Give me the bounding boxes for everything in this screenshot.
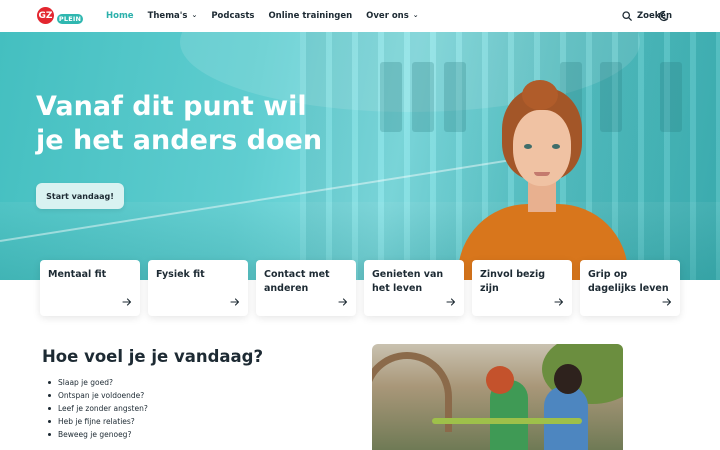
arrow-right-icon [662, 298, 672, 306]
chevron-down-icon: ⌄ [412, 11, 419, 19]
list-item: Heb je fijne relaties? [48, 415, 148, 428]
train-window [412, 62, 434, 132]
theme-card-mentaal-fit[interactable]: Mentaal fit [40, 260, 140, 316]
card-label-line: Grip op [588, 269, 628, 280]
card-label-line: Genieten van [372, 269, 444, 280]
train-window [380, 62, 402, 132]
card-label: Contact met anderen [264, 268, 348, 296]
card-label: Mentaal fit [48, 268, 132, 282]
arrow-right-icon [230, 298, 240, 306]
person-neck [528, 182, 556, 212]
card-label-line: Fysiek fit [156, 269, 205, 280]
nav-link-label: Thema's [147, 11, 188, 21]
feel-question-list: Slaap je goed? Ontspan je voldoende? Lee… [48, 376, 148, 441]
photo-person-head [486, 366, 514, 394]
card-label-line: dagelijks leven [588, 283, 669, 294]
nav-link-label: Podcasts [211, 11, 255, 21]
arrow-right-icon [338, 298, 348, 306]
hero-person-image [458, 80, 628, 280]
photo-table [432, 418, 582, 424]
card-label-line: anderen [264, 283, 309, 294]
person-hair-bun [522, 80, 558, 110]
list-item: Leef je zonder angsten? [48, 402, 148, 415]
moon-icon[interactable] [659, 10, 671, 22]
theme-card-zinvol-bezig-zijn[interactable]: Zinvol bezig zijn [472, 260, 572, 316]
theme-cards: Mentaal fit Fysiek fit Contact met ander… [40, 260, 681, 316]
card-label-line: Contact met [264, 269, 330, 280]
photo-person-head [554, 364, 582, 394]
card-label-line: Mentaal fit [48, 269, 107, 280]
theme-card-fysiek-fit[interactable]: Fysiek fit [148, 260, 248, 316]
friends-photo [372, 344, 623, 450]
arrow-right-icon [554, 298, 564, 306]
nav-link-online-trainingen[interactable]: Online trainingen [268, 11, 352, 21]
section-title: Hoe voel je je vandaag? [42, 347, 264, 366]
card-label: Grip op dagelijks leven [588, 268, 672, 296]
list-item: Beweeg je genoeg? [48, 428, 148, 441]
nav-link-podcasts[interactable]: Podcasts [211, 11, 254, 21]
arrow-right-icon [446, 298, 456, 306]
card-label: Zinvol bezig zijn [480, 268, 564, 296]
theme-card-genieten-van-het-leven[interactable]: Genieten van het leven [364, 260, 464, 316]
arrow-right-icon [122, 298, 132, 306]
nav-link-themas[interactable]: Thema's ⌄ [148, 11, 198, 21]
search-icon [622, 11, 632, 21]
chevron-down-icon: ⌄ [191, 11, 198, 19]
card-label: Genieten van het leven [372, 268, 456, 296]
nav-link-over-ons[interactable]: Over ons ⌄ [366, 11, 419, 21]
person-eye [552, 144, 560, 149]
hero-title-line: je het anders doen [36, 125, 323, 156]
top-navigation: GZ PLEIN Home Thema's ⌄ Podcasts Online … [0, 0, 720, 32]
theme-card-grip-op-dagelijks-leven[interactable]: Grip op dagelijks leven [580, 260, 680, 316]
start-vandaag-button[interactable]: Start vandaag! [36, 183, 124, 209]
card-label-line: Zinvol bezig zijn [480, 269, 546, 294]
logo-mark: GZ [37, 7, 54, 24]
nav-link-label: Online trainingen [268, 11, 353, 21]
theme-card-contact-met-anderen[interactable]: Contact met anderen [256, 260, 356, 316]
person-eye [524, 144, 532, 149]
nav-link-home[interactable]: Home [106, 11, 134, 21]
logo-badge: PLEIN [57, 14, 83, 24]
person-mouth [534, 172, 550, 176]
list-item: Ontspan je voldoende? [48, 389, 148, 402]
card-label: Fysiek fit [156, 268, 240, 282]
logo[interactable]: GZ PLEIN [37, 7, 85, 27]
nav-link-label: Home [106, 11, 134, 21]
train-window [660, 62, 682, 132]
list-item: Slaap je goed? [48, 376, 148, 389]
nav-links: Home Thema's ⌄ Podcasts Online traininge… [106, 0, 433, 32]
nav-link-label: Over ons [366, 11, 409, 21]
card-label-line: het leven [372, 283, 423, 294]
hero-title-line: Vanaf dit punt wil [36, 91, 307, 122]
hero-title: Vanaf dit punt wil je het anders doen [36, 90, 336, 158]
